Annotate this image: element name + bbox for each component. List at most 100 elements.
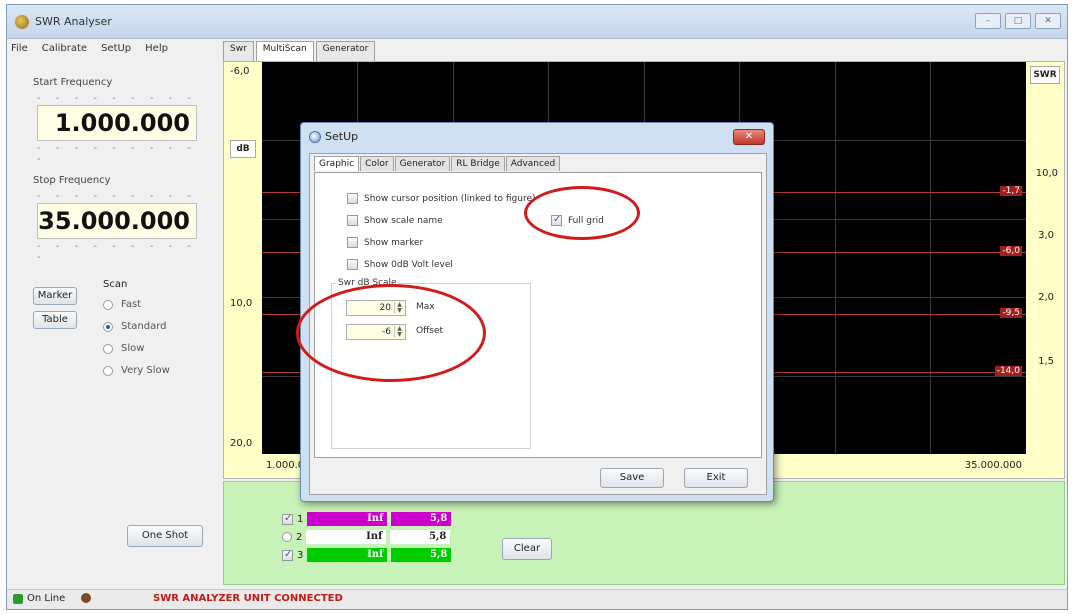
legend-radio-2[interactable] <box>282 532 292 542</box>
legend-row-2[interactable]: 2 Inf 5,8 <box>282 530 451 544</box>
db-axis-top-label: -6,0 <box>230 66 250 77</box>
option-show-cursor[interactable]: Show cursor position (linked to figure) <box>347 193 536 204</box>
dialog-title: SetUp <box>325 130 359 143</box>
start-dots-bottom: - - - - - - - - - - <box>37 143 197 165</box>
tab-multiscan[interactable]: MultiScan <box>255 41 314 61</box>
title-bar: SWR Analyser – □ ✕ <box>7 5 1067 39</box>
legend-swr-cell: Inf <box>307 512 388 526</box>
swr-axis-label: 3,0 <box>1038 230 1054 241</box>
x-axis-start-label: 1.000.0 <box>266 460 305 471</box>
connection-icon <box>81 593 91 603</box>
x-axis-end-label: 35.000.000 <box>964 460 1022 471</box>
radio-slow[interactable] <box>103 343 113 354</box>
show-scale-name-label: Show scale name <box>364 215 443 226</box>
window-title: SWR Analyser <box>35 15 112 28</box>
legend-id: 1 <box>297 513 304 525</box>
marker-label: -9,5 <box>1000 308 1022 318</box>
radio-very-slow[interactable] <box>103 365 113 376</box>
scan-label: Scan <box>103 279 128 290</box>
radio-standard[interactable] <box>103 321 113 332</box>
option-show-marker[interactable]: Show marker <box>347 237 423 248</box>
legend-row-1[interactable]: 1 Inf 5,8 <box>282 512 452 526</box>
swr-header: SWR <box>1030 66 1060 84</box>
annotation-ellipse-full-grid <box>524 186 640 240</box>
status-bar: On Line SWR ANALYZER UNIT CONNECTED <box>7 589 1067 609</box>
legend-id: 3 <box>297 549 304 561</box>
marker-label: -1,7 <box>1000 186 1022 196</box>
legend-swr-cell: Inf <box>307 548 388 562</box>
option-show-0db[interactable]: Show 0dB Volt level <box>347 259 453 270</box>
menu-file[interactable]: File <box>11 43 28 61</box>
dialog-tabs: Graphic Color Generator RL Bridge Advanc… <box>314 156 561 171</box>
table-button[interactable]: Table <box>33 311 77 329</box>
scan-slow-label: Slow <box>121 343 145 354</box>
option-show-scale-name[interactable]: Show scale name <box>347 215 443 226</box>
grid-v <box>835 62 836 454</box>
menu-setup[interactable]: SetUp <box>101 43 131 61</box>
start-frequency-label: Start Frequency <box>33 77 113 88</box>
legend-value-cell: 5,8 <box>391 512 452 526</box>
menu-bar: File Calibrate SetUp Help <box>11 43 168 61</box>
db-axis-mid-label: 10,0 <box>230 298 253 309</box>
menu-calibrate[interactable]: Calibrate <box>42 43 87 61</box>
tab-generator[interactable]: Generator <box>315 41 376 61</box>
control-panel: Start Frequency - - - - - - - - - - 1.00… <box>7 63 219 583</box>
setup-dialog-icon <box>309 131 321 143</box>
show-scale-name-checkbox[interactable] <box>347 215 358 226</box>
start-frequency-display[interactable]: 1.000.000 <box>37 105 197 141</box>
minimize-button[interactable]: – <box>975 13 1001 29</box>
marker-label: -6,0 <box>1000 246 1022 256</box>
main-tabs: Swr MultiScan Generator <box>223 41 377 61</box>
online-status-text: On Line <box>27 593 66 604</box>
dialog-close-button[interactable]: ✕ <box>733 129 765 145</box>
marker-button[interactable]: Marker <box>33 287 77 305</box>
stop-dots-bottom: - - - - - - - - - - <box>37 241 197 263</box>
db-axis-bottom-label: 20,0 <box>230 438 253 449</box>
exit-button[interactable]: Exit <box>684 468 748 488</box>
legend-id: 2 <box>296 531 303 543</box>
swr-axis-label: 2,0 <box>1038 292 1054 303</box>
tab-generator-settings[interactable]: Generator <box>394 156 451 171</box>
scan-fast-label: Fast <box>121 299 142 310</box>
tab-swr[interactable]: Swr <box>223 41 254 61</box>
legend-swr-cell: Inf <box>306 530 387 544</box>
scan-very-slow-label: Very Slow <box>121 365 170 376</box>
show-cursor-checkbox[interactable] <box>347 193 358 204</box>
app-logo-icon <box>15 15 29 29</box>
db-header: dB <box>230 140 256 158</box>
scan-option-fast[interactable]: Fast <box>103 299 141 310</box>
legend-checkbox-3[interactable] <box>282 549 293 561</box>
online-status-icon <box>13 594 23 604</box>
save-button[interactable]: Save <box>600 468 664 488</box>
close-window-button[interactable]: ✕ <box>1035 13 1061 29</box>
show-marker-label: Show marker <box>364 237 424 248</box>
legend-checkbox-1[interactable] <box>282 513 293 525</box>
tab-graphic[interactable]: Graphic <box>314 156 360 171</box>
tab-advanced[interactable]: Advanced <box>505 156 561 171</box>
grid-v <box>930 62 931 454</box>
scan-option-slow[interactable]: Slow <box>103 343 144 354</box>
stop-frequency-display[interactable]: 35.000.000 <box>37 203 197 239</box>
tab-color[interactable]: Color <box>360 156 394 171</box>
one-shot-button[interactable]: One Shot <box>127 525 203 547</box>
legend-value-cell: 5,8 <box>390 530 451 544</box>
show-0db-label: Show 0dB Volt level <box>364 259 453 270</box>
annotation-ellipse-db-scale <box>296 284 486 382</box>
swr-axis-label: 10,0 <box>1035 168 1058 179</box>
show-0db-checkbox[interactable] <box>347 259 358 270</box>
scan-option-standard[interactable]: Standard <box>103 321 167 332</box>
radio-fast[interactable] <box>103 299 113 310</box>
scan-option-very-slow[interactable]: Very Slow <box>103 365 170 376</box>
maximize-button[interactable]: □ <box>1005 13 1031 29</box>
clear-button[interactable]: Clear <box>502 538 552 560</box>
scan-standard-label: Standard <box>121 321 167 332</box>
swr-axis-label: 1,5 <box>1038 356 1054 367</box>
marker-label: -14,0 <box>994 366 1022 376</box>
tab-rl-bridge[interactable]: RL Bridge <box>451 156 505 171</box>
stop-frequency-label: Stop Frequency <box>33 175 111 186</box>
menu-help[interactable]: Help <box>145 43 168 61</box>
show-marker-checkbox[interactable] <box>347 237 358 248</box>
legend-row-3[interactable]: 3 Inf 5,8 <box>282 548 452 562</box>
show-cursor-label: Show cursor position (linked to figure) <box>364 193 536 204</box>
legend-value-cell: 5,8 <box>391 548 452 562</box>
